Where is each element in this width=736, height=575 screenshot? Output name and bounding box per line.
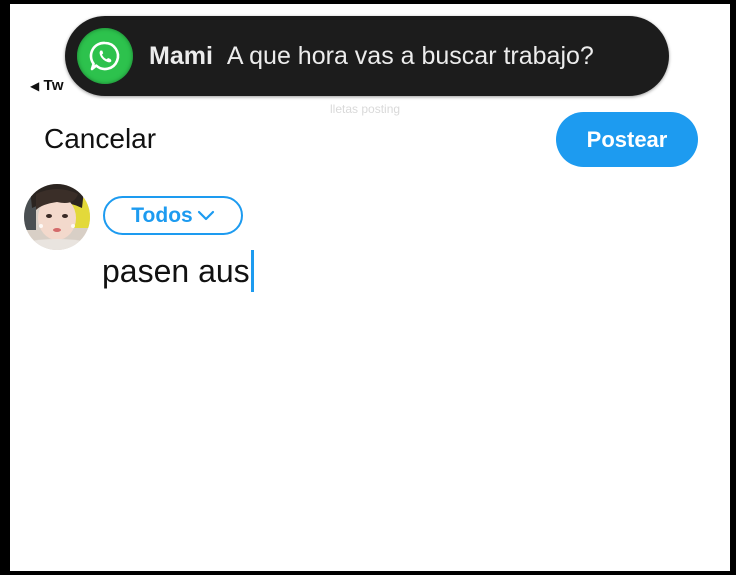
chevron-down-icon xyxy=(197,210,214,220)
status-bar-back-link[interactable]: ◀ Tw xyxy=(30,77,64,94)
post-button[interactable]: Postear xyxy=(556,112,698,167)
compose-text-area[interactable]: pasen aus xyxy=(102,250,254,292)
avatar[interactable] xyxy=(24,184,90,250)
audience-selector[interactable]: Todos xyxy=(103,196,243,235)
whatsapp-icon xyxy=(77,28,133,84)
back-triangle-icon: ◀ xyxy=(30,79,40,93)
compose-text: pasen aus xyxy=(102,252,250,289)
back-app-label: Tw xyxy=(43,77,64,94)
notification-banner[interactable]: Mami A que hora vas a buscar trabajo? xyxy=(65,16,669,96)
avatar-photo xyxy=(24,184,90,250)
text-cursor xyxy=(250,250,254,292)
faint-hint-text: lletas posting xyxy=(330,102,401,116)
notification-message: A que hora vas a buscar trabajo? xyxy=(226,41,594,70)
cancel-button[interactable]: Cancelar xyxy=(44,123,156,155)
app-window: ◀ Tw lletas posting Cancelar Postear Todo… xyxy=(10,4,730,571)
notification-sender: Mami xyxy=(149,41,213,70)
audience-label: Todos xyxy=(131,203,193,227)
